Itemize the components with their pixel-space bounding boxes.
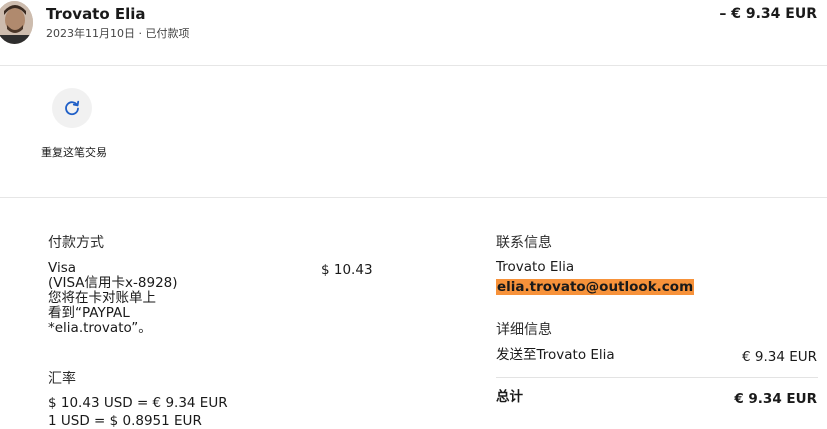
refresh-icon [65, 100, 80, 116]
total-amount: € 9.34 EUR [734, 391, 817, 407]
transaction-date-status: 2023年11月10日 · 已付款项 [46, 27, 190, 40]
exchange-rate-heading: 汇率 [48, 371, 76, 387]
details-heading: 详细信息 [496, 322, 552, 338]
divider [0, 65, 827, 66]
avatar [0, 1, 33, 44]
contact-name: Trovato Elia [496, 259, 575, 275]
sent-to-amount: € 9.34 EUR [741, 349, 817, 365]
sent-to-label: 发送至Trovato Elia [496, 347, 615, 363]
repeat-transaction-label[interactable]: 重复这笔交易 [38, 145, 110, 160]
exchange-rate-unit: 1 USD = $ 0.8951 EUR [48, 413, 202, 429]
repeat-transaction-button[interactable] [52, 88, 92, 128]
counterparty-name: Trovato Elia [46, 5, 146, 23]
contact-email[interactable]: elia.trovato@outlook.com [496, 279, 695, 295]
payment-method-amount: $ 10.43 [321, 262, 373, 278]
exchange-rate-conversion: $ 10.43 USD = € 9.34 EUR [48, 395, 228, 411]
total-label: 总计 [496, 389, 523, 405]
payment-method-heading: 付款方式 [48, 235, 104, 251]
transaction-amount: – € 9.34 EUR [719, 6, 817, 22]
divider [0, 197, 827, 198]
details-divider [496, 377, 818, 378]
contact-info-heading: 联系信息 [496, 235, 552, 251]
payment-method-details: Visa (VISA信用卡x-8928) 您将在卡对账单上 看到“PAYPAL … [48, 260, 178, 336]
